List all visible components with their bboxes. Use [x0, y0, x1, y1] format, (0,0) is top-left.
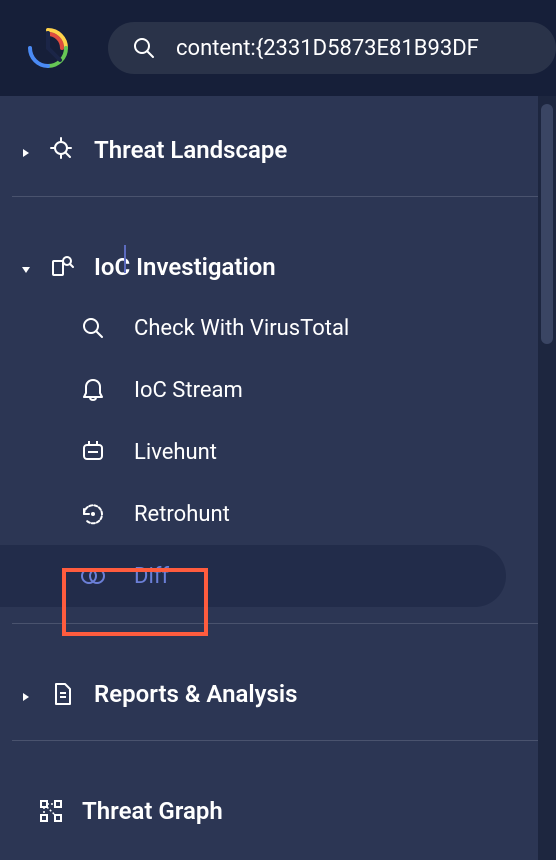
- divider: [12, 623, 544, 624]
- scrollbar-thumb[interactable]: [541, 104, 553, 344]
- search-input[interactable]: content:{2331D5873E81B93DF: [176, 36, 479, 61]
- section-reports-analysis: Reports & Analysis: [0, 640, 556, 724]
- nav-item-diff[interactable]: Diff: [0, 545, 506, 607]
- section-threat-landscape: Threat Landscape: [0, 96, 556, 180]
- text-cursor: [124, 245, 126, 273]
- section-ioc-investigation: IoC Investigation Check With VirusTotal …: [0, 213, 556, 607]
- graph-icon: [38, 798, 64, 824]
- nav-item-label: Check With VirusTotal: [134, 316, 349, 341]
- history-icon: [80, 501, 106, 527]
- section-header-threat-graph[interactable]: Threat Graph: [0, 781, 556, 841]
- chevron-right-icon: [20, 144, 32, 156]
- section-threat-graph: Threat Graph: [0, 757, 556, 841]
- nav-item-label: Diff: [134, 564, 169, 589]
- search-container[interactable]: content:{2331D5873E81B93DF: [108, 22, 556, 74]
- app-logo[interactable]: [24, 24, 72, 72]
- nav-item-livehunt[interactable]: Livehunt: [0, 421, 556, 483]
- section-label: Threat Landscape: [94, 136, 287, 164]
- livehunt-icon: [80, 439, 106, 465]
- nav-item-ioc-stream[interactable]: IoC Stream: [0, 359, 556, 421]
- virus-scan-icon: [50, 137, 76, 163]
- scrollbar[interactable]: [538, 96, 556, 860]
- chevron-down-icon: [20, 261, 32, 273]
- nav-item-label: IoC Stream: [134, 378, 243, 403]
- section-header-threat-landscape[interactable]: Threat Landscape: [0, 120, 556, 180]
- divider: [12, 196, 544, 197]
- section-label: Reports & Analysis: [94, 680, 297, 708]
- sidebar-nav: Threat Landscape IoC Investigation: [0, 96, 556, 860]
- section-label: Threat Graph: [82, 797, 223, 825]
- nav-item-label: Retrohunt: [134, 502, 230, 527]
- chevron-right-icon: [20, 688, 32, 700]
- section-header-ioc[interactable]: IoC Investigation: [0, 237, 556, 297]
- top-bar: content:{2331D5873E81B93DF: [0, 0, 556, 96]
- investigation-icon: [50, 254, 76, 280]
- document-icon: [50, 681, 76, 707]
- search-icon: [132, 36, 156, 60]
- nav-item-label: Livehunt: [134, 440, 217, 465]
- search-icon: [80, 315, 106, 341]
- diff-icon: [80, 563, 106, 589]
- section-header-reports[interactable]: Reports & Analysis: [0, 664, 556, 724]
- bell-icon: [80, 377, 106, 403]
- nav-item-retrohunt[interactable]: Retrohunt: [0, 483, 556, 545]
- nav-item-check-virustotal[interactable]: Check With VirusTotal: [0, 297, 556, 359]
- divider: [12, 740, 544, 741]
- section-label: IoC Investigation: [94, 253, 276, 281]
